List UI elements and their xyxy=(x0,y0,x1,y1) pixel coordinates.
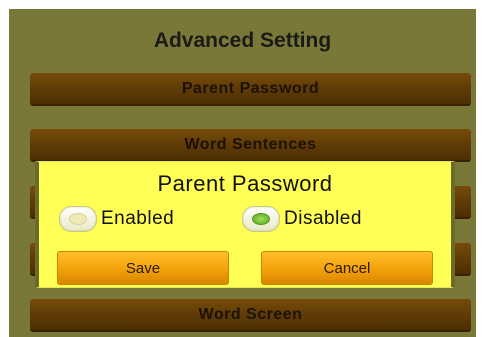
enabled-label: Enabled xyxy=(101,208,175,229)
enabled-radio[interactable] xyxy=(59,206,97,232)
radio-on-icon xyxy=(252,213,270,225)
save-button[interactable]: Save xyxy=(57,251,229,285)
radio-off-icon xyxy=(69,213,87,225)
parent-password-dialog: Parent Password Enabled Disabled Save Ca… xyxy=(35,161,455,288)
enabled-option[interactable]: Enabled xyxy=(59,206,174,232)
disabled-option[interactable]: Disabled xyxy=(242,206,362,232)
disabled-radio[interactable] xyxy=(242,206,280,232)
dialog-title: Parent Password xyxy=(157,171,333,196)
cancel-button[interactable]: Cancel xyxy=(261,251,433,285)
disabled-label: Disabled xyxy=(284,208,362,229)
